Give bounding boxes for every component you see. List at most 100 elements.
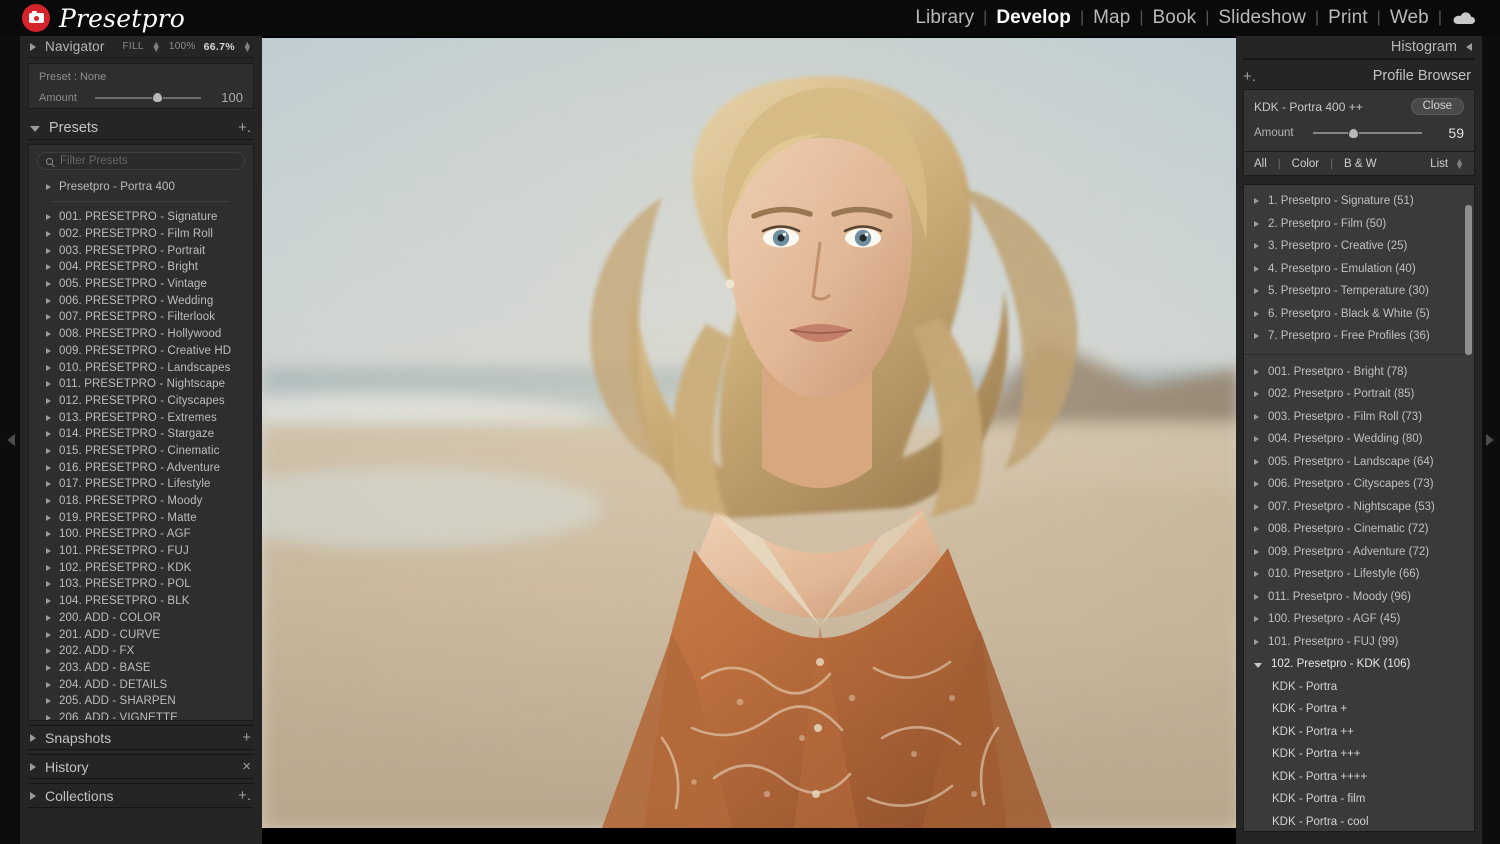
triangle-right-icon[interactable] bbox=[1254, 243, 1259, 250]
triangle-right-icon[interactable] bbox=[46, 231, 51, 238]
filter-all[interactable]: All bbox=[1254, 158, 1278, 170]
profile-group-row[interactable]: 6. Presetpro - Black & White (5) bbox=[1244, 303, 1474, 326]
triangle-right-icon[interactable] bbox=[46, 464, 51, 471]
triangle-right-icon[interactable] bbox=[1254, 265, 1259, 272]
preset-row[interactable]: 016. PRESETPRO - Adventure bbox=[34, 459, 248, 476]
triangle-right-icon[interactable] bbox=[46, 481, 51, 488]
triangle-right-icon[interactable] bbox=[46, 331, 51, 338]
profile-group-row[interactable]: 003. Presetpro - Film Roll (73) bbox=[1244, 406, 1474, 429]
preset-row[interactable]: 009. PRESETPRO - Creative HD bbox=[34, 343, 248, 360]
view-mode-stepper-icon[interactable]: ▲ ▼ bbox=[1455, 156, 1464, 170]
preset-row[interactable]: 103. PRESETPRO - POL bbox=[34, 576, 248, 593]
triangle-right-icon[interactable] bbox=[46, 514, 51, 521]
profile-group-row[interactable]: 100. Presetpro - AGF (45) bbox=[1244, 608, 1474, 631]
profile-group-row[interactable]: 011. Presetpro - Moody (96) bbox=[1244, 586, 1474, 609]
close-button[interactable]: Close bbox=[1410, 98, 1464, 115]
preset-row[interactable]: 003. PRESETPRO - Portrait bbox=[34, 242, 248, 259]
triangle-right-icon[interactable] bbox=[1254, 638, 1259, 645]
preset-row[interactable]: 205. ADD - SHARPEN bbox=[34, 693, 248, 710]
preset-row[interactable]: 206. ADD - VIGNETTE bbox=[34, 710, 248, 720]
triangle-right-icon[interactable] bbox=[30, 733, 36, 742]
triangle-right-icon[interactable] bbox=[30, 791, 36, 800]
triangle-right-icon[interactable] bbox=[1254, 616, 1259, 623]
preset-row[interactable]: 010. PRESETPRO - Landscapes bbox=[34, 359, 248, 376]
triangle-right-icon[interactable] bbox=[1254, 220, 1259, 227]
zoom-stepper-icon[interactable]: ▲ ▼ bbox=[243, 39, 252, 53]
triangle-right-icon[interactable] bbox=[1254, 481, 1259, 488]
profile-group-row[interactable]: 006. Presetpro - Cityscapes (73) bbox=[1244, 473, 1474, 496]
right-gutter[interactable] bbox=[1482, 36, 1500, 844]
module-map[interactable]: Map bbox=[1084, 7, 1139, 29]
module-web[interactable]: Web bbox=[1381, 7, 1438, 29]
triangle-right-icon[interactable] bbox=[1254, 436, 1259, 443]
slider-knob[interactable] bbox=[152, 92, 164, 103]
profile-amount-row[interactable]: Amount 59 bbox=[1254, 125, 1464, 141]
profile-group-row[interactable]: 008. Presetpro - Cinematic (72) bbox=[1244, 518, 1474, 541]
triangle-right-icon[interactable] bbox=[30, 762, 36, 771]
profile-list[interactable]: 1. Presetpro - Signature (51) 2. Presetpr… bbox=[1243, 184, 1475, 832]
profile-group-row[interactable]: 2. Presetpro - Film (50) bbox=[1244, 213, 1474, 236]
profile-child-row[interactable]: KDK - Portra bbox=[1244, 676, 1474, 699]
triangle-right-icon[interactable] bbox=[46, 347, 51, 354]
amount-slider[interactable] bbox=[91, 92, 209, 104]
filter-color[interactable]: Color bbox=[1281, 158, 1330, 170]
triangle-right-icon[interactable] bbox=[46, 381, 51, 388]
preset-row[interactable]: 100. PRESETPRO - AGF bbox=[34, 526, 248, 543]
triangle-right-icon[interactable] bbox=[1254, 458, 1259, 465]
left-gutter[interactable] bbox=[0, 36, 20, 844]
preset-row[interactable]: 102. PRESETPRO - KDK bbox=[34, 559, 248, 576]
triangle-right-icon[interactable] bbox=[1254, 288, 1259, 295]
navigator-fill-label[interactable]: FILL bbox=[123, 41, 144, 52]
triangle-right-icon[interactable] bbox=[1254, 310, 1259, 317]
triangle-right-icon[interactable] bbox=[46, 364, 51, 371]
triangle-right-icon[interactable] bbox=[46, 498, 51, 505]
preset-row[interactable]: 204. ADD - DETAILS bbox=[34, 676, 248, 693]
preset-row[interactable]: 005. PRESETPRO - Vintage bbox=[34, 276, 248, 293]
profile-group-row[interactable]: 004. Presetpro - Wedding (80) bbox=[1244, 428, 1474, 451]
profile-group-row-expanded[interactable]: 102. Presetpro - KDK (106) bbox=[1244, 653, 1474, 676]
profile-child-row[interactable]: KDK - Portra +++ bbox=[1244, 743, 1474, 766]
preset-row[interactable]: 006. PRESETPRO - Wedding bbox=[34, 292, 248, 309]
profile-amount-slider[interactable] bbox=[1309, 127, 1430, 139]
triangle-right-icon[interactable] bbox=[1254, 198, 1259, 205]
slider-knob[interactable] bbox=[1347, 127, 1359, 139]
triangle-right-icon[interactable] bbox=[1254, 548, 1259, 555]
preset-row[interactable]: 002. PRESETPRO - Film Roll bbox=[34, 226, 248, 243]
preset-row[interactable]: 014. PRESETPRO - Stargaze bbox=[34, 426, 248, 443]
triangle-right-icon[interactable] bbox=[46, 614, 51, 621]
preset-row[interactable]: 012. PRESETPRO - Cityscapes bbox=[34, 393, 248, 410]
preset-row[interactable]: 008. PRESETPRO - Hollywood bbox=[34, 326, 248, 343]
triangle-right-icon[interactable] bbox=[1254, 391, 1259, 398]
triangle-right-icon[interactable] bbox=[46, 214, 51, 221]
add-profile-icon[interactable]: +. bbox=[1243, 68, 1256, 85]
profile-child-row[interactable]: KDK - Portra - cool bbox=[1244, 811, 1474, 832]
profile-child-row[interactable]: KDK - Portra + bbox=[1244, 698, 1474, 721]
triangle-left-icon[interactable] bbox=[1466, 43, 1472, 51]
presets-list[interactable]: Filter Presets Presetpro - Portra 400 00… bbox=[28, 144, 254, 721]
preset-row[interactable]: 017. PRESETPRO - Lifestyle bbox=[34, 476, 248, 493]
collapse-right-panel-icon[interactable] bbox=[1486, 434, 1494, 446]
preset-row[interactable]: 019. PRESETPRO - Matte bbox=[34, 509, 248, 526]
triangle-right-icon[interactable] bbox=[30, 42, 36, 51]
triangle-right-icon[interactable] bbox=[46, 264, 51, 271]
triangle-right-icon[interactable] bbox=[46, 247, 51, 254]
profile-group-row[interactable]: 002. Presetpro - Portrait (85) bbox=[1244, 383, 1474, 406]
preset-row[interactable]: 007. PRESETPRO - Filterlook bbox=[34, 309, 248, 326]
triangle-right-icon[interactable] bbox=[1254, 593, 1259, 600]
preset-row[interactable]: 001. PRESETPRO - Signature bbox=[34, 209, 248, 226]
triangle-right-icon[interactable] bbox=[46, 698, 51, 705]
navigator-zoom-current[interactable]: 66.7% bbox=[204, 41, 235, 53]
triangle-right-icon[interactable] bbox=[1254, 333, 1259, 340]
scrollbar-thumb[interactable] bbox=[1465, 205, 1472, 355]
triangle-right-icon[interactable] bbox=[46, 447, 51, 454]
triangle-right-icon[interactable] bbox=[46, 414, 51, 421]
profile-group-row[interactable]: 007. Presetpro - Nightscape (53) bbox=[1244, 496, 1474, 519]
profile-child-row[interactable]: KDK - Portra ++ bbox=[1244, 721, 1474, 744]
profile-list-scrollbar[interactable] bbox=[1465, 187, 1472, 829]
triangle-right-icon[interactable] bbox=[46, 314, 51, 321]
add-preset-icon[interactable]: +. bbox=[238, 119, 254, 136]
preset-row[interactable]: 202. ADD - FX bbox=[34, 643, 248, 660]
preset-row[interactable]: 200. ADD - COLOR bbox=[34, 610, 248, 627]
triangle-right-icon[interactable] bbox=[1254, 368, 1259, 375]
preset-row[interactable]: 018. PRESETPRO - Moody bbox=[34, 493, 248, 510]
